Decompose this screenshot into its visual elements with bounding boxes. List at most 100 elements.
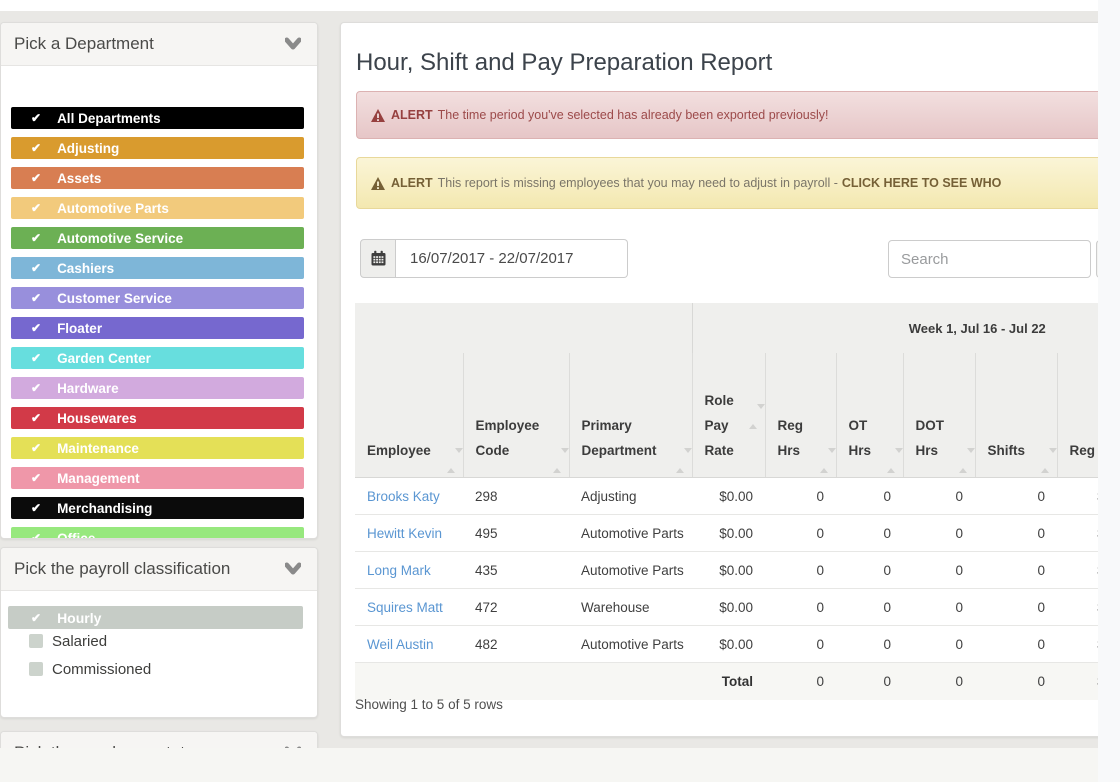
sidebar-item-management[interactable]: ✔ Management — [11, 467, 304, 489]
employee-link[interactable]: Long Mark — [367, 563, 431, 578]
check-icon: ✔ — [31, 171, 42, 185]
calendar-addon[interactable] — [360, 239, 396, 278]
checkbox-icon[interactable] — [29, 634, 43, 648]
sidebar-item-cashiers[interactable]: ✔ Cashiers — [11, 257, 304, 279]
column-header-shifts[interactable]: Shifts — [974, 353, 1058, 478]
table-row: Squires Matt 472 Warehouse $0.00 0 0 0 0… — [355, 588, 1120, 626]
page-canvas: Pick a Department ✔ All Departments ✔ Adju… — [0, 0, 1120, 782]
rate-cell: $0.00 — [692, 551, 766, 589]
bottom-strip — [0, 748, 1120, 782]
check-icon: ✔ — [31, 381, 42, 395]
reg-hrs-cell: 0 — [765, 588, 837, 626]
sort-icon[interactable] — [552, 448, 569, 473]
week-group-header-row: Week 1, Jul 16 - Jul 22 — [355, 303, 1120, 353]
alert-message: This report is missing employees that yo… — [437, 176, 838, 190]
page-title: Hour, Shift and Pay Preparation Report — [356, 49, 773, 76]
group-header-empty — [355, 303, 693, 353]
department-panel-header[interactable]: Pick a Department — [1, 23, 317, 66]
column-header-primary-department[interactable]: Primary Department — [568, 353, 693, 478]
column-header-ot-hrs[interactable]: OT Hrs — [835, 353, 904, 478]
employee-cell: Weil Austin — [355, 625, 463, 663]
shifts-cell: 0 — [975, 588, 1058, 626]
classification-panel-header[interactable]: Pick the payroll classification — [1, 548, 317, 591]
classification-option-commissioned[interactable]: Commissioned — [29, 660, 151, 678]
sidebar-item-automotive-service[interactable]: ✔ Automotive Service — [11, 227, 304, 249]
exported-alert-banner: ALERT The time period you've selected ha… — [356, 91, 1111, 139]
sort-icon[interactable] — [819, 448, 836, 473]
column-header-employee-code[interactable]: Employee Code — [462, 353, 569, 478]
reg-hrs-cell: 0 — [765, 625, 837, 663]
check-icon: ✔ — [31, 610, 42, 625]
sort-icon[interactable] — [1040, 448, 1057, 473]
shifts-cell: 0 — [975, 625, 1058, 663]
reg-hrs-cell: 0 — [765, 551, 837, 589]
alert-message: The time period you've selected has alre… — [437, 108, 829, 122]
employee-link[interactable]: Brooks Katy — [367, 489, 440, 504]
total-row: Total 0 0 0 0 $0.00 — [355, 662, 1120, 700]
ot-hrs-cell: 0 — [836, 514, 904, 552]
rate-cell: $0.00 — [692, 625, 766, 663]
check-icon: ✔ — [31, 501, 42, 515]
sidebar-item-housewares[interactable]: ✔ Housewares — [11, 407, 304, 429]
sidebar-item-merchandising[interactable]: ✔ Merchandising — [11, 497, 304, 519]
shifts-cell: 0 — [975, 477, 1058, 515]
code-cell: 472 — [463, 588, 569, 626]
department-cell: Automotive Parts — [569, 514, 693, 552]
report-main-panel: Hour, Shift and Pay Preparation Report A… — [340, 22, 1120, 737]
pay-report-table: Week 1, Jul 16 - Jul 22 Employee Employe… — [355, 303, 1120, 700]
dot-hrs-cell: 0 — [903, 625, 976, 663]
department-filter-panel: Pick a Department ✔ All Departments ✔ Adju… — [0, 22, 318, 539]
table-row: Hewitt Kevin 495 Automotive Parts $0.00 … — [355, 514, 1120, 552]
column-header-reg-hrs[interactable]: Reg Hrs — [764, 353, 837, 478]
classification-option-salaried[interactable]: Salaried — [29, 632, 107, 650]
sidebar-item-customer-service[interactable]: ✔ Customer Service — [11, 287, 304, 309]
code-cell: 495 — [463, 514, 569, 552]
sort-icon[interactable] — [748, 404, 765, 429]
click-here-to-see-who-link[interactable]: CLICK HERE TO SEE WHO — [842, 176, 1002, 190]
reg-hrs-cell: 0 — [765, 514, 837, 552]
search-input[interactable] — [888, 240, 1091, 278]
classification-option-hourly[interactable]: ✔ Hourly — [8, 606, 303, 629]
sidebar-item-garden-center[interactable]: ✔ Garden Center — [11, 347, 304, 369]
sort-icon[interactable] — [675, 448, 692, 473]
code-cell: 482 — [463, 625, 569, 663]
chevron-down-icon[interactable] — [285, 562, 301, 575]
sort-icon[interactable] — [958, 448, 975, 473]
check-icon: ✔ — [31, 321, 42, 335]
payroll-classification-panel: Pick the payroll classification ✔ Hourly… — [0, 547, 318, 718]
sidebar-item-adjusting[interactable]: ✔ Adjusting — [11, 137, 304, 159]
column-header-row: Employee Employee Code Primary Departmen… — [355, 353, 1120, 478]
rate-cell: $0.00 — [692, 514, 766, 552]
sidebar-item-assets[interactable]: ✔ Assets — [11, 167, 304, 189]
department-cell: Warehouse — [569, 588, 693, 626]
column-header-role-pay-rate[interactable]: Role Pay Rate — [691, 353, 766, 478]
column-header-employee[interactable]: Employee — [355, 353, 463, 478]
sidebar-item-all-departments[interactable]: ✔ All Departments — [11, 107, 304, 129]
sidebar-item-automotive-parts[interactable]: ✔ Automotive Parts — [11, 197, 304, 219]
sort-icon[interactable] — [446, 448, 463, 473]
total-shifts: 0 — [975, 662, 1058, 700]
dot-hrs-cell: 0 — [903, 477, 976, 515]
sort-icon[interactable] — [886, 448, 903, 473]
check-icon: ✔ — [31, 531, 42, 539]
rate-cell: $0.00 — [692, 477, 766, 515]
employee-link[interactable]: Hewitt Kevin — [367, 526, 442, 541]
date-range-input[interactable]: 16/07/2017 - 22/07/2017 — [396, 239, 628, 278]
checkbox-icon[interactable] — [29, 662, 43, 676]
total-dot-hrs: 0 — [903, 662, 976, 700]
employee-link[interactable]: Squires Matt — [367, 600, 443, 615]
check-icon: ✔ — [31, 291, 42, 305]
chevron-down-icon[interactable] — [285, 37, 301, 50]
sidebar-item-floater[interactable]: ✔ Floater — [11, 317, 304, 339]
right-strip — [1098, 0, 1120, 782]
total-empty-cell — [355, 662, 693, 700]
sidebar-item-maintenance[interactable]: ✔ Maintenance — [11, 437, 304, 459]
employee-link[interactable]: Weil Austin — [367, 637, 434, 652]
sidebar-item-office[interactable]: ✔ Office — [11, 527, 304, 539]
total-reg-hrs: 0 — [765, 662, 837, 700]
rate-cell: $0.00 — [692, 588, 766, 626]
ot-hrs-cell: 0 — [836, 625, 904, 663]
sidebar-item-hardware[interactable]: ✔ Hardware — [11, 377, 304, 399]
warning-triangle-icon — [371, 108, 385, 122]
column-header-dot-hrs[interactable]: DOT Hrs — [902, 353, 976, 478]
